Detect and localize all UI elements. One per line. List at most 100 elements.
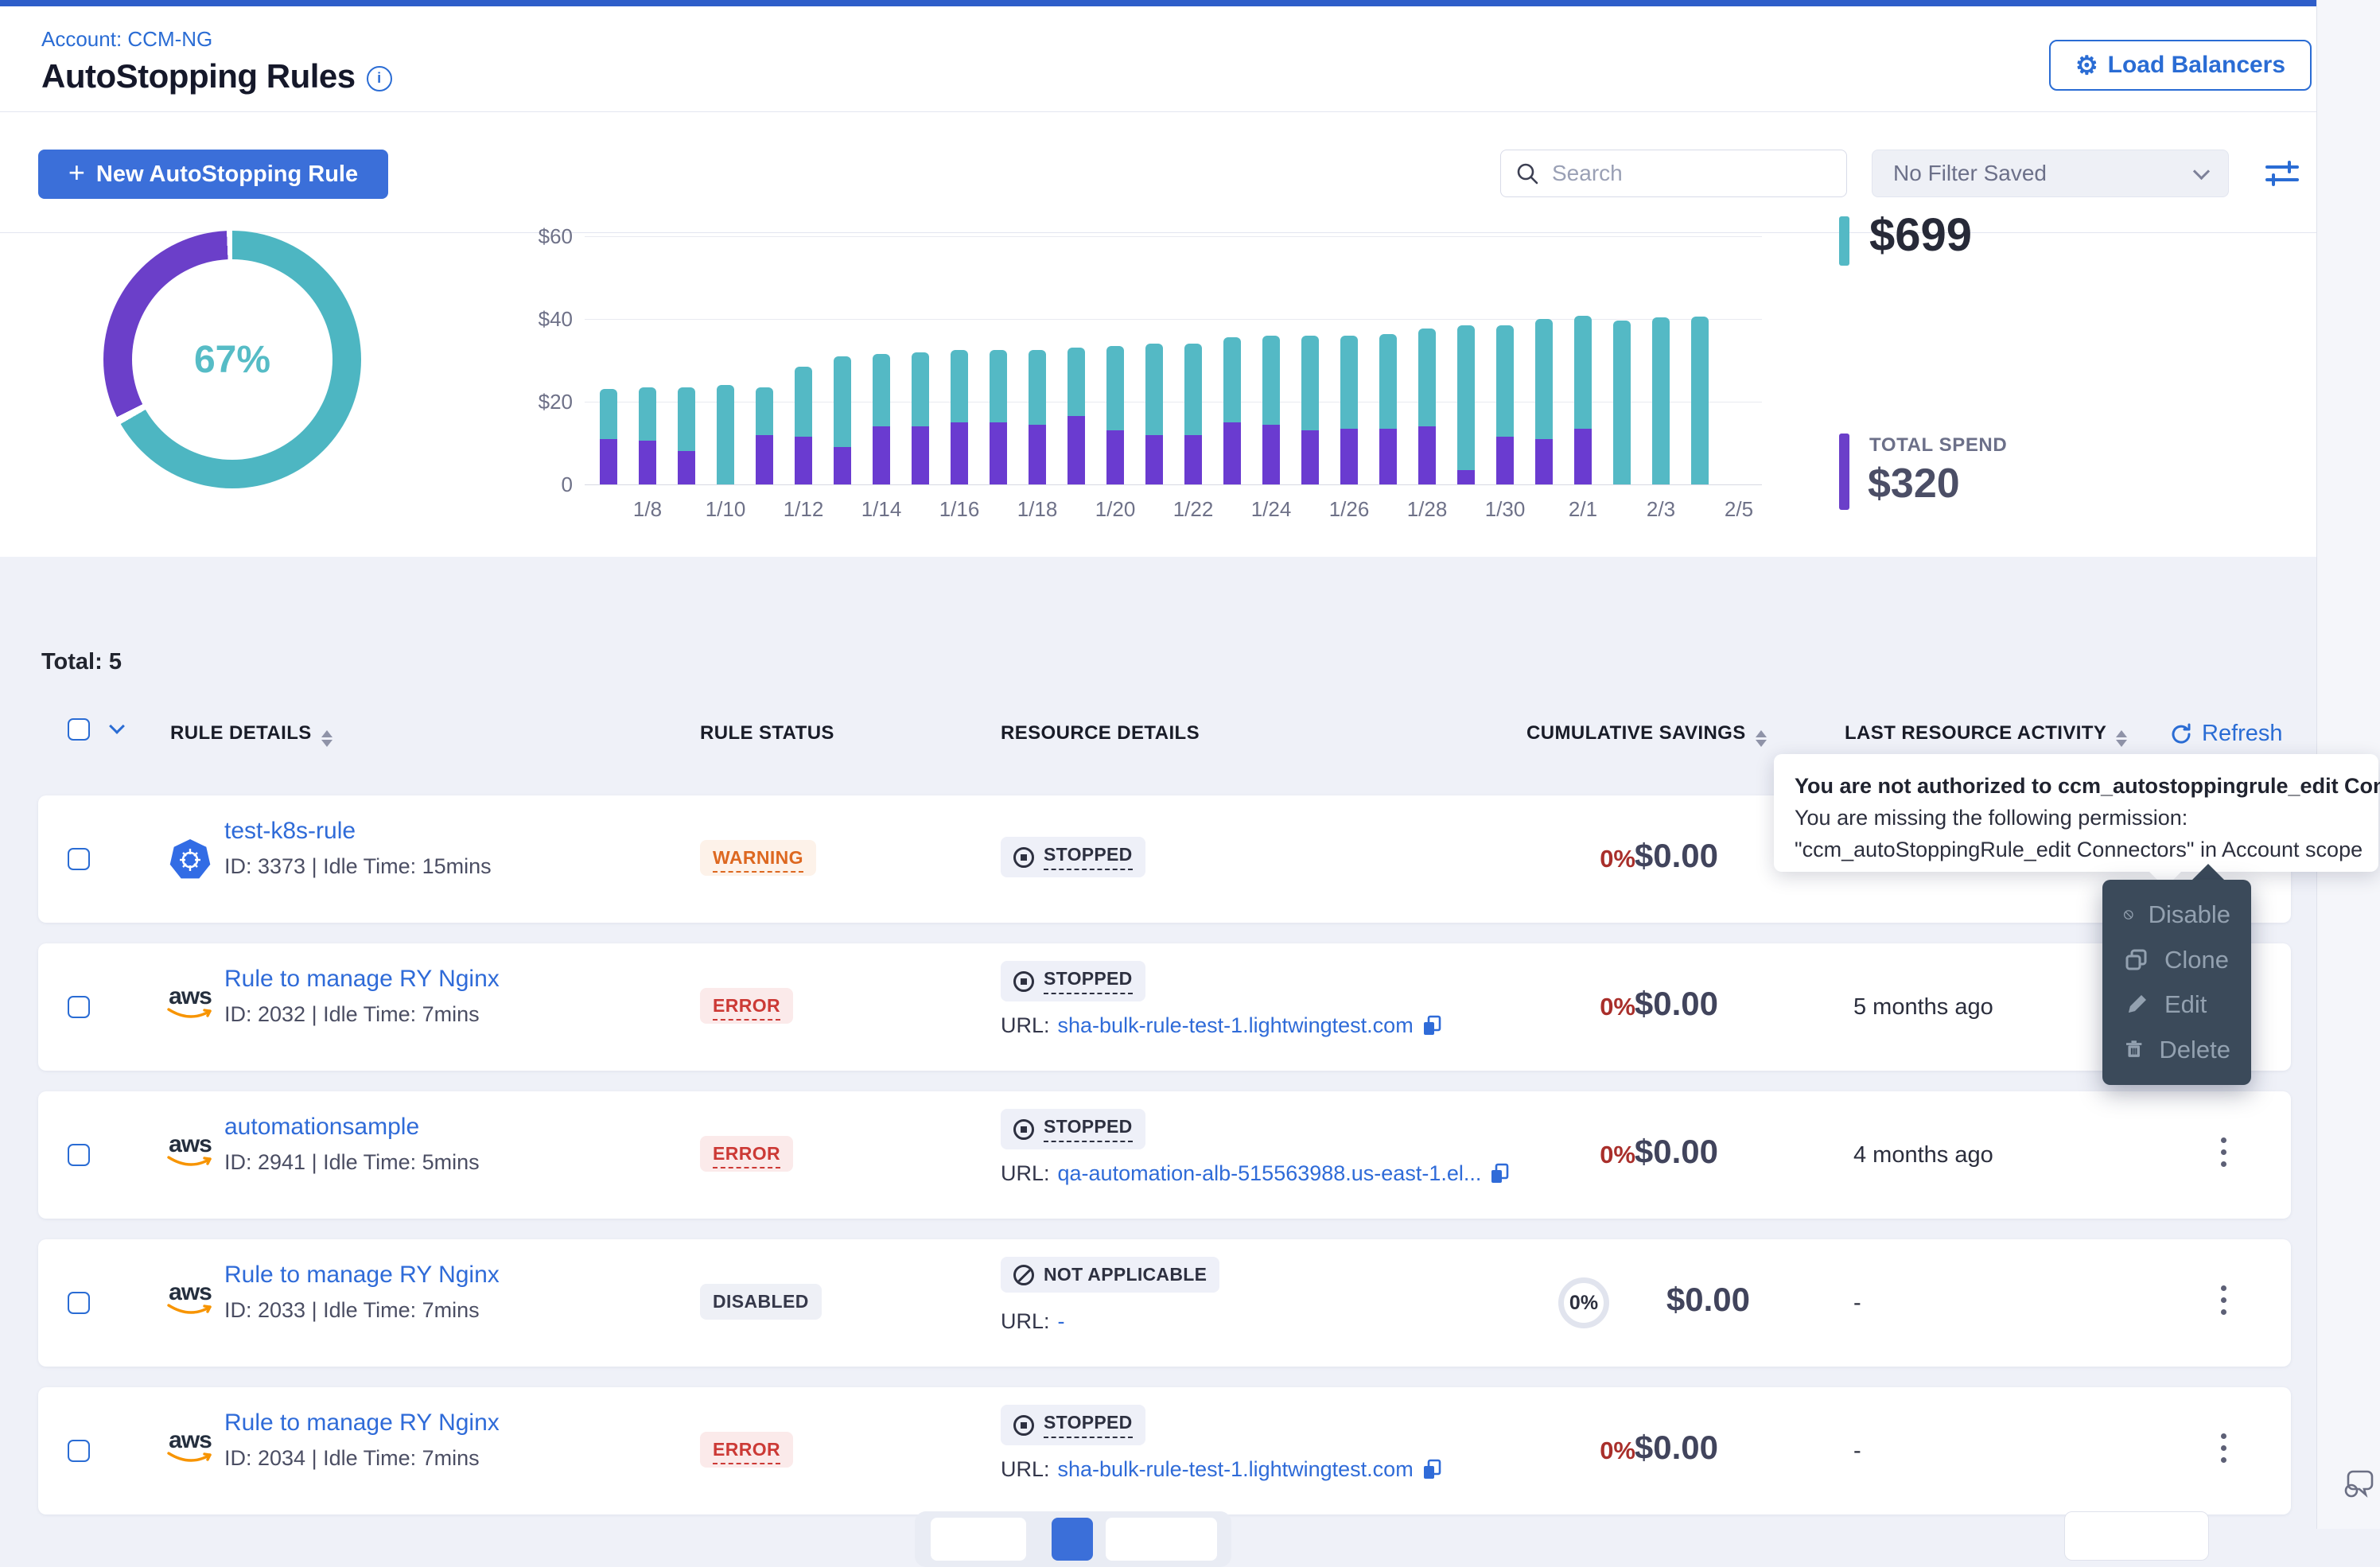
savings-percent-ring: 0% [1558,1277,1609,1328]
bar-spend-1/12 [795,437,812,484]
spend-legend-swatch [1839,434,1849,510]
select-all-checkbox[interactable] [68,718,90,741]
copy-icon[interactable] [1421,1015,1442,1037]
table-row[interactable]: aws Rule to manage RY Nginx ID: 2032 | I… [38,943,2291,1071]
pagination-current-page[interactable] [1052,1518,1093,1561]
y-axis-tick-label: $20 [517,390,573,414]
x-axis-tick-label: 1/8 [612,497,683,522]
row-actions-kebab[interactable] [2216,1429,2231,1468]
resource-state-badge[interactable]: STOPPED [1001,1109,1145,1149]
row-checkbox[interactable] [68,1144,90,1166]
stopped-icon [1013,847,1034,868]
rule-name-link[interactable]: test-k8s-rule [224,818,356,845]
resource-state-badge[interactable]: STOPPED [1001,1405,1145,1445]
bar-spend-1/14 [873,426,890,484]
bar-spend-1/31 [1535,439,1553,484]
column-last-resource-activity[interactable]: LAST RESOURCE ACTIVITY [1845,722,2127,747]
aws-icon: aws [164,1131,216,1173]
disable-icon [2123,901,2134,928]
status-badge[interactable]: ERROR [700,988,793,1024]
gridline [585,484,1762,485]
resource-url-link[interactable]: qa-automation-alb-515563988.us-east-1.el… [1058,1161,1482,1186]
bar-savings-1/14 [873,354,890,426]
bar-spend-1/20 [1106,430,1124,484]
bar-spend-2/1 [1574,429,1592,484]
menu-item-delete[interactable]: Delete [2102,1036,2251,1064]
rule-meta: ID: 2033 | Idle Time: 7mins [224,1298,480,1323]
refresh-button[interactable]: Refresh [2168,721,2283,747]
sort-icon[interactable] [1756,730,1767,747]
menu-item-disable[interactable]: Disable [2102,900,2251,929]
row-context-menu: Disable Clone Edit Delete [2102,880,2251,1085]
sort-icon[interactable] [2116,730,2127,747]
resource-url-link[interactable]: sha-bulk-rule-test-1.lightwingtest.com [1058,1013,1414,1038]
bar-savings-1/31 [1535,319,1553,439]
refresh-icon [2168,721,2194,747]
tooltip-line: "ccm_autoStoppingRule_edit Connectors" i… [1795,834,2358,865]
resource-url-link[interactable]: - [1058,1309,1065,1334]
copy-icon[interactable] [1421,1459,1442,1481]
pagination-chip[interactable] [1106,1518,1217,1561]
status-badge[interactable]: WARNING [700,840,816,876]
bar-savings-1/30 [1496,325,1514,437]
rule-name-link[interactable]: automationsample [224,1114,419,1141]
stopped-icon [1013,1415,1034,1436]
row-actions-kebab[interactable] [2216,1133,2231,1172]
status-badge[interactable]: ERROR [700,1432,793,1468]
bar-savings-1/23 [1223,337,1241,422]
resource-state-badge[interactable]: STOPPED [1001,961,1145,1001]
row-checkbox[interactable] [68,996,90,1018]
rule-name-link[interactable]: Rule to manage RY Nginx [224,966,500,993]
row-checkbox[interactable] [68,1292,90,1314]
last-activity: 4 months ago [1853,1142,1993,1168]
x-axis-tick-label: 1/12 [768,497,839,522]
column-cumulative-savings[interactable]: CUMULATIVE SAVINGS [1526,722,1767,747]
bar-savings-1/20 [1106,346,1124,431]
bar-spend-1/9 [678,451,695,484]
bar-savings-1/8 [639,387,656,441]
rows-per-page-select[interactable] [2064,1511,2209,1561]
row-actions-kebab[interactable] [2216,1281,2231,1320]
last-activity: - [1853,1438,1861,1464]
chat-support-icon[interactable] [2342,1464,2380,1502]
resource-url-link[interactable]: sha-bulk-rule-test-1.lightwingtest.com [1058,1457,1414,1482]
bar-savings-1/18 [1029,350,1046,425]
bar-spend-1/26 [1340,429,1358,484]
bar-spend-1/13 [834,447,851,484]
savings-amount: $0.00 [1559,837,1718,875]
table-row[interactable]: aws automationsample ID: 2941 | Idle Tim… [38,1091,2291,1219]
x-axis-tick-label: 1/16 [924,497,995,522]
x-axis-tick-label: 2/3 [1625,497,1697,522]
bar-spend-1/29 [1457,470,1475,484]
pagination-chip[interactable] [931,1518,1026,1561]
bar-spend-1/21 [1145,435,1163,484]
permission-tooltip: You are not authorized to ccm_autostoppi… [1774,754,2378,872]
select-menu-chevron-icon[interactable] [109,718,125,734]
resource-state-badge[interactable]: STOPPED [1001,837,1145,877]
pagination-bar[interactable] [915,1511,1231,1567]
column-rule-details[interactable]: RULE DETAILS [170,722,332,747]
rule-name-link[interactable]: Rule to manage RY Nginx [224,1262,500,1289]
x-axis-tick-label: 1/20 [1079,497,1151,522]
bar-savings-1/7 [600,389,617,438]
x-axis-tick-label: 1/10 [690,497,761,522]
table-row[interactable]: aws Rule to manage RY Nginx ID: 2033 | I… [38,1239,2291,1367]
rule-name-link[interactable]: Rule to manage RY Nginx [224,1410,500,1437]
bar-savings-1/9 [678,387,695,452]
row-checkbox[interactable] [68,848,90,870]
status-badge: DISABLED [700,1284,822,1320]
x-axis-tick-label: 1/26 [1313,497,1385,522]
bar-savings-1/27 [1379,334,1397,429]
delete-icon [2123,1036,2145,1063]
x-axis-tick-label: 1/14 [846,497,917,522]
menu-item-clone[interactable]: Clone [2102,946,2251,974]
bar-savings-1/13 [834,356,851,447]
sort-icon[interactable] [321,730,332,747]
row-checkbox[interactable] [68,1440,90,1462]
menu-item-edit[interactable]: Edit [2102,990,2251,1019]
status-badge[interactable]: ERROR [700,1136,793,1172]
x-axis-tick-label: 1/18 [1001,497,1073,522]
table-row[interactable]: aws Rule to manage RY Nginx ID: 2034 | I… [38,1387,2291,1515]
resource-url-line: URL: qa-automation-alb-515563988.us-east… [1001,1161,1510,1186]
bar-spend-1/17 [990,422,1007,484]
